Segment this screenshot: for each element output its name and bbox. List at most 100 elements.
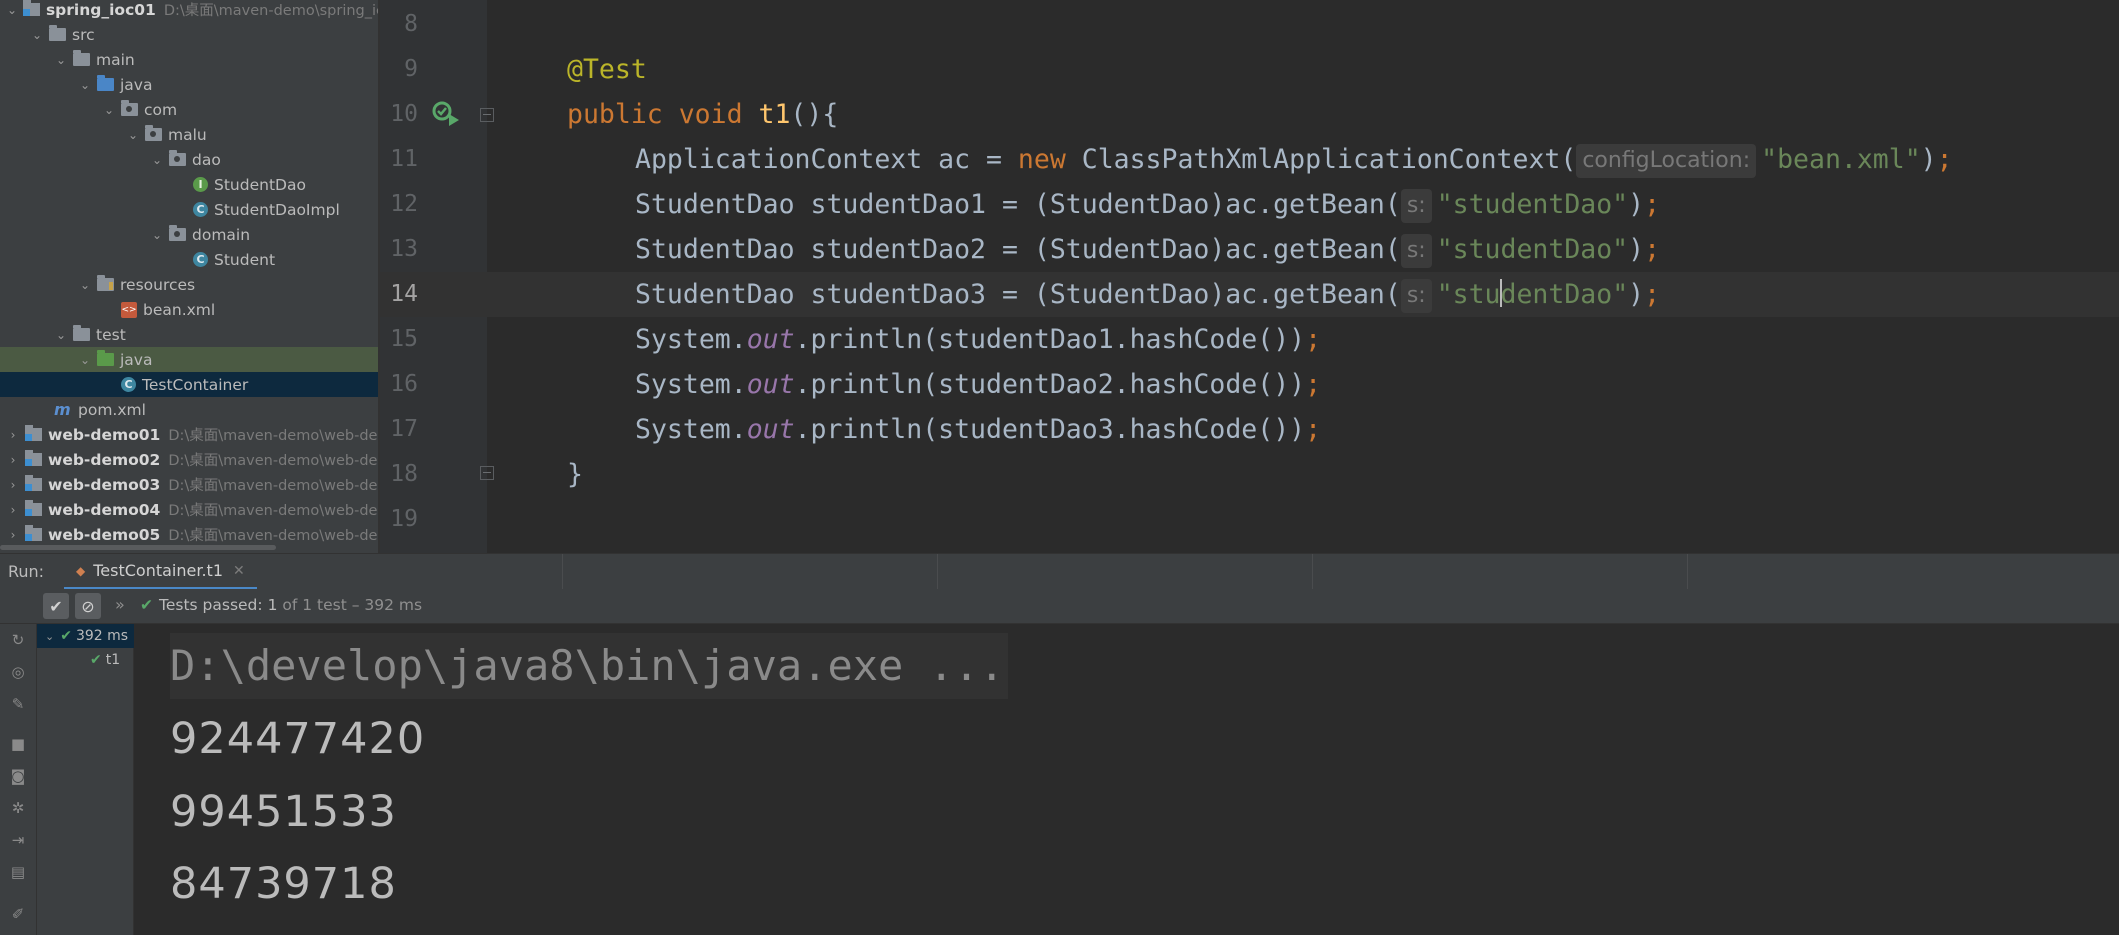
string-token: "studentDao" — [1436, 189, 1629, 220]
line-number: 18 — [390, 461, 418, 487]
tree-item-web-demo02[interactable]: › web-demo02 D:\桌面\maven-demo\web-de — [0, 447, 378, 472]
tree-item-web-demo05[interactable]: › web-demo05 D:\桌面\maven-demo\web-de — [0, 522, 378, 547]
code-line[interactable]: 9 @Test — [380, 47, 2119, 92]
tree-item-src[interactable]: ⌄ src — [0, 22, 378, 47]
tree-item-web-demo04[interactable]: › web-demo04 D:\桌面\maven-demo\web-de — [0, 497, 378, 522]
tree-item-web-demo01[interactable]: › web-demo01 D:\桌面\maven-demo\web-de — [0, 422, 378, 447]
tree-item-java[interactable]: ⌄ java — [0, 72, 378, 97]
code-text: StudentDao studentDao3 = (StudentDao)ac.… — [635, 272, 1660, 317]
chevron-down-icon[interactable]: ⌄ — [102, 103, 116, 117]
tree-item-main[interactable]: ⌄ main — [0, 47, 378, 72]
rerun-failed-icon[interactable]: ↻ — [9, 631, 27, 649]
keyword-token: void — [678, 99, 743, 130]
chevron-right-icon[interactable]: › — [6, 453, 20, 467]
tree-item-web-demo03[interactable]: › web-demo03 D:\桌面\maven-demo\web-de — [0, 472, 378, 497]
tree-item-spring-ioc01[interactable]: ⌄ spring_ioc01 D:\桌面\maven-demo\spring_i… — [0, 0, 378, 22]
check-icon: ✔ — [90, 652, 102, 668]
settings-wrench-icon[interactable]: ✎ — [9, 695, 27, 713]
run-test-gutter-icon[interactable] — [432, 101, 462, 127]
semicolon-token: ; — [1305, 369, 1322, 400]
code-line[interactable]: 17 System.out.println(studentDao3.hashCo… — [380, 407, 2119, 452]
code-token: StudentDao studentDao3 = (StudentDao)ac.… — [635, 279, 1401, 310]
test-duration: 392 ms — [75, 628, 129, 644]
camera-icon[interactable]: ◙ — [9, 767, 27, 785]
chevron-down-icon[interactable]: ⌄ — [78, 278, 92, 292]
pin-icon[interactable]: ✐ — [9, 905, 27, 923]
console-output[interactable]: D:\develop\java8\bin\java.exe ... 924477… — [134, 624, 2119, 935]
chevron-down-icon[interactable]: ⌄ — [6, 3, 18, 17]
project-tree: ⌄ spring_ioc01 D:\桌面\maven-demo\spring_i… — [0, 0, 379, 553]
chevron-right-icon[interactable]: › — [6, 428, 20, 442]
chevron-down-icon[interactable]: ⌄ — [126, 128, 140, 142]
line-number: 11 — [390, 146, 418, 172]
fold-marker-icon[interactable] — [480, 108, 494, 122]
more-chevron-icon[interactable]: » — [115, 595, 125, 614]
folder-icon — [73, 50, 90, 66]
code-text: @Test — [567, 47, 647, 92]
code-editor[interactable]: 8 9 @Test 10 public void t1(){ 11 Applic… — [380, 0, 2119, 553]
string-token: "stu — [1436, 279, 1501, 310]
chevron-down-icon[interactable]: ⌄ — [78, 78, 92, 92]
code-line[interactable]: 8 — [380, 2, 2119, 47]
chevron-down-icon[interactable]: ⌄ — [45, 630, 54, 643]
tree-item-dao[interactable]: ⌄ dao — [0, 147, 378, 172]
test-tree-root[interactable]: ⌄ ✔ 392 ms — [37, 624, 141, 648]
line-number: 8 — [404, 11, 418, 37]
tree-item-resources[interactable]: ⌄ resources — [0, 272, 378, 297]
code-line[interactable]: 12 StudentDao studentDao1 = (StudentDao)… — [380, 182, 2119, 227]
semicolon-token: ; — [1305, 324, 1322, 355]
exit-icon[interactable]: ⇥ — [9, 831, 27, 849]
module-folder-icon — [25, 450, 42, 466]
test-name: t1 — [105, 652, 121, 668]
chevron-down-icon[interactable]: ⌄ — [150, 228, 164, 242]
semicolon-token: ; — [1644, 279, 1661, 310]
chevron-right-icon[interactable]: › — [6, 478, 20, 492]
code-line[interactable]: 18 } — [380, 452, 2119, 497]
code-line[interactable]: 10 public void t1(){ — [380, 92, 2119, 137]
chevron-down-icon[interactable]: ⌄ — [54, 328, 68, 342]
tree-item-domain[interactable]: ⌄ domain — [0, 222, 378, 247]
tree-item-pom-xml[interactable]: m pom.xml — [0, 397, 378, 422]
code-token: ) — [1920, 144, 1937, 175]
code-line[interactable]: 15 System.out.println(studentDao1.hashCo… — [380, 317, 2119, 362]
line-number: 9 — [404, 56, 418, 82]
fold-marker-icon[interactable] — [480, 466, 494, 480]
chevron-right-icon[interactable]: › — [6, 503, 20, 517]
interface-icon: I — [193, 177, 208, 192]
tree-item-com[interactable]: ⌄ com — [0, 97, 378, 122]
toggle-auto-test-icon[interactable]: ◎ — [9, 663, 27, 681]
code-line[interactable]: 19 — [380, 497, 2119, 542]
console-command-line: D:\develop\java8\bin\java.exe ... — [170, 633, 1009, 699]
close-icon[interactable]: ✕ — [233, 563, 245, 579]
status-prefix: Tests passed: — [159, 596, 263, 614]
console-line: 99451533 — [170, 787, 397, 837]
tree-item-studentdao[interactable]: I StudentDao — [0, 172, 378, 197]
class-icon: C — [193, 252, 208, 267]
tree-item-test-java[interactable]: ⌄ java — [0, 347, 378, 372]
parameter-hint: s: — [1400, 234, 1432, 268]
debug-icon[interactable]: ✲ — [9, 799, 27, 817]
chevron-down-icon[interactable]: ⌄ — [150, 153, 164, 167]
tree-item-bean-xml[interactable]: <> bean.xml — [0, 297, 378, 322]
code-line[interactable]: 11 ApplicationContext ac = new ClassPath… — [380, 137, 2119, 182]
tree-item-test[interactable]: ⌄ test — [0, 322, 378, 347]
code-line-current[interactable]: 14 StudentDao studentDao3 = (StudentDao)… — [380, 272, 2119, 317]
code-token: ) — [1628, 234, 1645, 265]
tree-item-studentdaoimpl[interactable]: C StudentDaoImpl — [0, 197, 378, 222]
chevron-right-icon[interactable]: › — [6, 528, 20, 542]
chevron-down-icon[interactable]: ⌄ — [54, 53, 68, 67]
layout-icon[interactable]: ▤ — [9, 863, 27, 881]
tree-item-testcontainer[interactable]: C TestContainer — [0, 372, 378, 397]
tree-item-malu[interactable]: ⌄ malu — [0, 122, 378, 147]
code-line[interactable]: 13 StudentDao studentDao2 = (StudentDao)… — [380, 227, 2119, 272]
code-line[interactable]: 16 System.out.println(studentDao2.hashCo… — [380, 362, 2119, 407]
show-passed-icon[interactable]: ✔ — [43, 593, 69, 619]
stop-icon[interactable]: ■ — [9, 735, 27, 753]
run-tab-testcontainer-t1[interactable]: ◆ TestContainer.t1 ✕ — [64, 554, 257, 590]
tree-item-student[interactable]: C Student — [0, 247, 378, 272]
tree-horizontal-scrollbar[interactable] — [0, 545, 276, 550]
console-line: 84739718 — [170, 859, 397, 909]
chevron-down-icon[interactable]: ⌄ — [78, 353, 92, 367]
show-ignored-icon[interactable]: ⊘ — [75, 593, 101, 619]
chevron-down-icon[interactable]: ⌄ — [30, 28, 44, 42]
